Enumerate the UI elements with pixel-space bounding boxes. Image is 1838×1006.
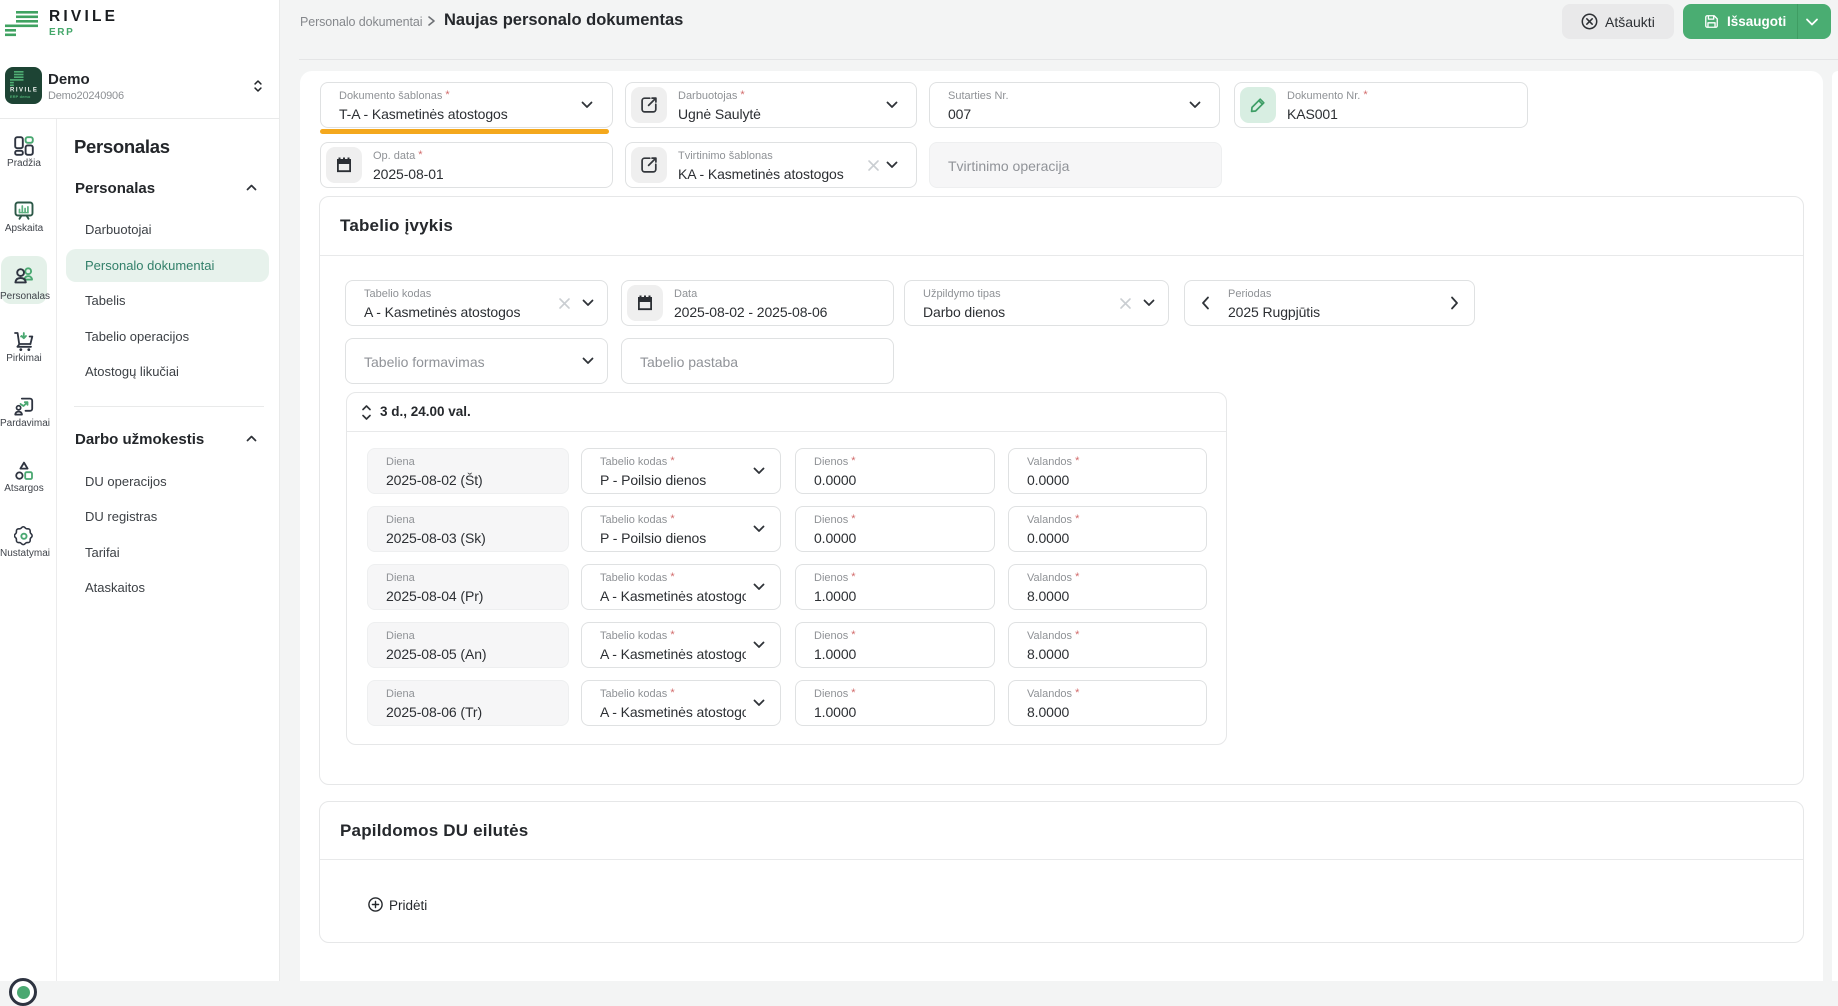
- svg-text:ERP demo: ERP demo: [10, 95, 31, 99]
- svg-text:RIVILE: RIVILE: [10, 87, 38, 93]
